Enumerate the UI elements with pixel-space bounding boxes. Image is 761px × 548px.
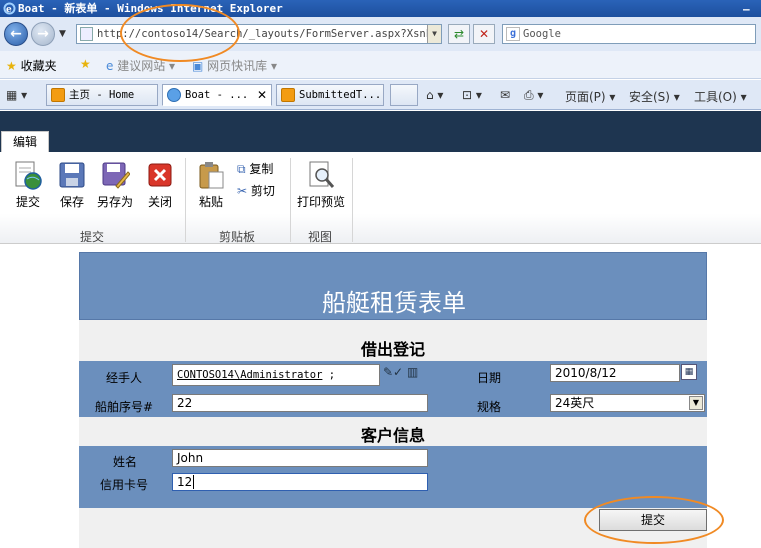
tab-bar: ▦ ▾ 主页 - Home Boat - ... ✕ SubmittedT...…	[0, 80, 761, 110]
date-field[interactable]: 2010/8/12	[550, 364, 680, 382]
submit-globe-icon	[13, 160, 43, 190]
address-url: http://contoso14/Search/_layouts/FormSer…	[97, 28, 439, 40]
feeds-icon[interactable]: ⊡ ▾	[462, 88, 482, 102]
save-as-icon	[100, 160, 131, 190]
forward-button[interactable]: →	[31, 22, 55, 46]
handler-label: 经手人	[106, 371, 143, 385]
name-field[interactable]: John	[172, 449, 428, 467]
print-preview-icon	[306, 160, 336, 190]
paste-button[interactable]: 粘贴	[190, 160, 232, 210]
handler-value: CONTOSO14\Administrator	[177, 369, 323, 381]
credit-card-label: 信用卡号	[100, 478, 149, 492]
name-label: 姓名	[113, 455, 138, 469]
group-label-clipboard: 剪贴板	[218, 230, 255, 244]
window-title: Boat - 新表单 - Windows Internet Explorer	[18, 2, 283, 15]
tab-boat[interactable]: Boat - ... ✕	[162, 84, 272, 106]
ie-tab-icon	[167, 88, 181, 102]
address-toolbar: ← → ▼ http://contoso14/Search/_layouts/F…	[0, 17, 761, 51]
tools-menu[interactable]: 工具(O) ▾	[694, 88, 747, 105]
suggested-sites-link[interactable]: e 建议网站 ▾	[106, 57, 175, 74]
quick-tabs-icon[interactable]: ▦ ▾	[6, 88, 27, 102]
page-menu[interactable]: 页面(P) ▾	[565, 88, 615, 105]
new-tab-button[interactable]	[390, 84, 418, 106]
address-bar[interactable]: http://contoso14/Search/_layouts/FormSer…	[76, 24, 442, 44]
search-placeholder: Google	[523, 28, 561, 40]
address-book-icon[interactable]: ▥	[407, 365, 418, 379]
tab-home[interactable]: 主页 - Home	[46, 84, 158, 106]
scissors-icon: ✂	[237, 184, 248, 198]
text-cursor	[193, 475, 195, 489]
customer-band: 姓名 John 信用卡号 12	[79, 446, 707, 508]
form-submit-button[interactable]: 提交	[599, 509, 707, 531]
refresh-button[interactable]: ⇄	[448, 24, 470, 44]
close-button[interactable]: 关闭	[139, 160, 181, 210]
ie-logo-icon: e	[3, 2, 16, 15]
search-input[interactable]: g Google	[502, 24, 756, 44]
print-preview-button[interactable]: 打印预览	[296, 160, 346, 210]
favorites-button[interactable]: ★ 收藏夹	[6, 57, 57, 74]
submit-ribbon-button[interactable]: 提交	[7, 160, 49, 210]
group-separator	[352, 158, 353, 242]
handler-suffix: ;	[328, 369, 336, 381]
size-value: 24英尺	[555, 396, 595, 410]
tab-submitted[interactable]: SubmittedT...	[276, 84, 384, 106]
star-icon: ★	[6, 59, 17, 73]
back-button[interactable]: ←	[4, 22, 28, 46]
handler-field[interactable]: CONTOSO14\Administrator ;	[172, 364, 380, 386]
form-header: 船艇租赁表单	[79, 252, 707, 320]
google-icon: g	[506, 27, 520, 41]
add-favorite-icon[interactable]: ★	[80, 57, 91, 71]
close-icon	[145, 160, 175, 190]
home-icon[interactable]: ⌂ ▾	[426, 88, 443, 102]
checkout-band: 经手人 CONTOSO14\Administrator ; ✎✓ ▥ 日期 20…	[79, 361, 707, 417]
ribbon-header	[0, 111, 761, 152]
size-dropdown-icon[interactable]: ▼	[689, 396, 703, 410]
save-as-button[interactable]: 另存为	[94, 160, 136, 210]
check-names-icon[interactable]: ✎✓	[383, 365, 403, 379]
mail-icon[interactable]: ✉	[500, 88, 510, 102]
window-title-bar: e Boat - 新表单 - Windows Internet Explorer…	[0, 0, 761, 17]
group-separator	[185, 158, 186, 242]
paste-icon	[196, 160, 226, 190]
copy-icon: ⧉	[237, 162, 246, 176]
address-dropdown-icon[interactable]: ▼	[427, 25, 441, 43]
sharepoint-icon	[51, 88, 65, 102]
stop-button[interactable]: ✕	[473, 24, 495, 44]
favorites-bar: ★ 收藏夹 ★ e 建议网站 ▾ ▣ 网页快讯库 ▾	[0, 51, 761, 79]
boat-rental-form: 船艇租赁表单 借出登记 经手人 CONTOSO14\Administrator …	[79, 252, 707, 548]
close-tab-icon[interactable]: ✕	[257, 85, 267, 105]
calendar-icon[interactable]: ▦	[681, 364, 697, 380]
web-slice-gallery-link[interactable]: ▣ 网页快讯库 ▾	[192, 57, 277, 74]
save-icon	[57, 160, 87, 190]
safety-menu[interactable]: 安全(S) ▾	[629, 88, 680, 105]
recent-pages-chevron-icon[interactable]: ▼	[59, 29, 66, 39]
cut-button[interactable]: ✂ 剪切	[237, 182, 275, 199]
group-separator	[290, 158, 291, 242]
group-label-view: 视图	[307, 230, 332, 244]
section-customer: 客户信息	[360, 426, 425, 445]
ribbon: 提交 保存 另存为 关闭 粘贴 ⧉ 复制 ✂ 剪切 打印预览 提交 剪贴板 视图	[0, 152, 761, 244]
print-icon[interactable]: ⎙ ▾	[524, 88, 543, 103]
size-select[interactable]: 24英尺 ▼	[550, 394, 705, 412]
date-label: 日期	[477, 371, 502, 385]
sharepoint-icon	[281, 88, 295, 102]
tab-edit[interactable]: 编辑	[1, 131, 49, 153]
section-checkout: 借出登记	[360, 340, 425, 359]
size-label: 规格	[477, 400, 502, 414]
credit-card-value: 12	[177, 475, 193, 489]
copy-button[interactable]: ⧉ 复制	[237, 160, 273, 177]
save-button[interactable]: 保存	[51, 160, 93, 210]
minimize-icon[interactable]: —	[743, 1, 755, 16]
group-label-submit: 提交	[79, 230, 104, 244]
page-icon	[80, 27, 93, 41]
boat-number-label: 船舶序号#	[95, 400, 154, 414]
credit-card-field[interactable]: 12	[172, 473, 428, 491]
ie-small-icon: e	[106, 59, 114, 73]
boat-number-field[interactable]: 22	[172, 394, 428, 412]
form-title: 船艇租赁表单	[322, 289, 466, 317]
page-small-icon: ▣	[192, 59, 204, 73]
svg-text:e: e	[6, 5, 12, 15]
